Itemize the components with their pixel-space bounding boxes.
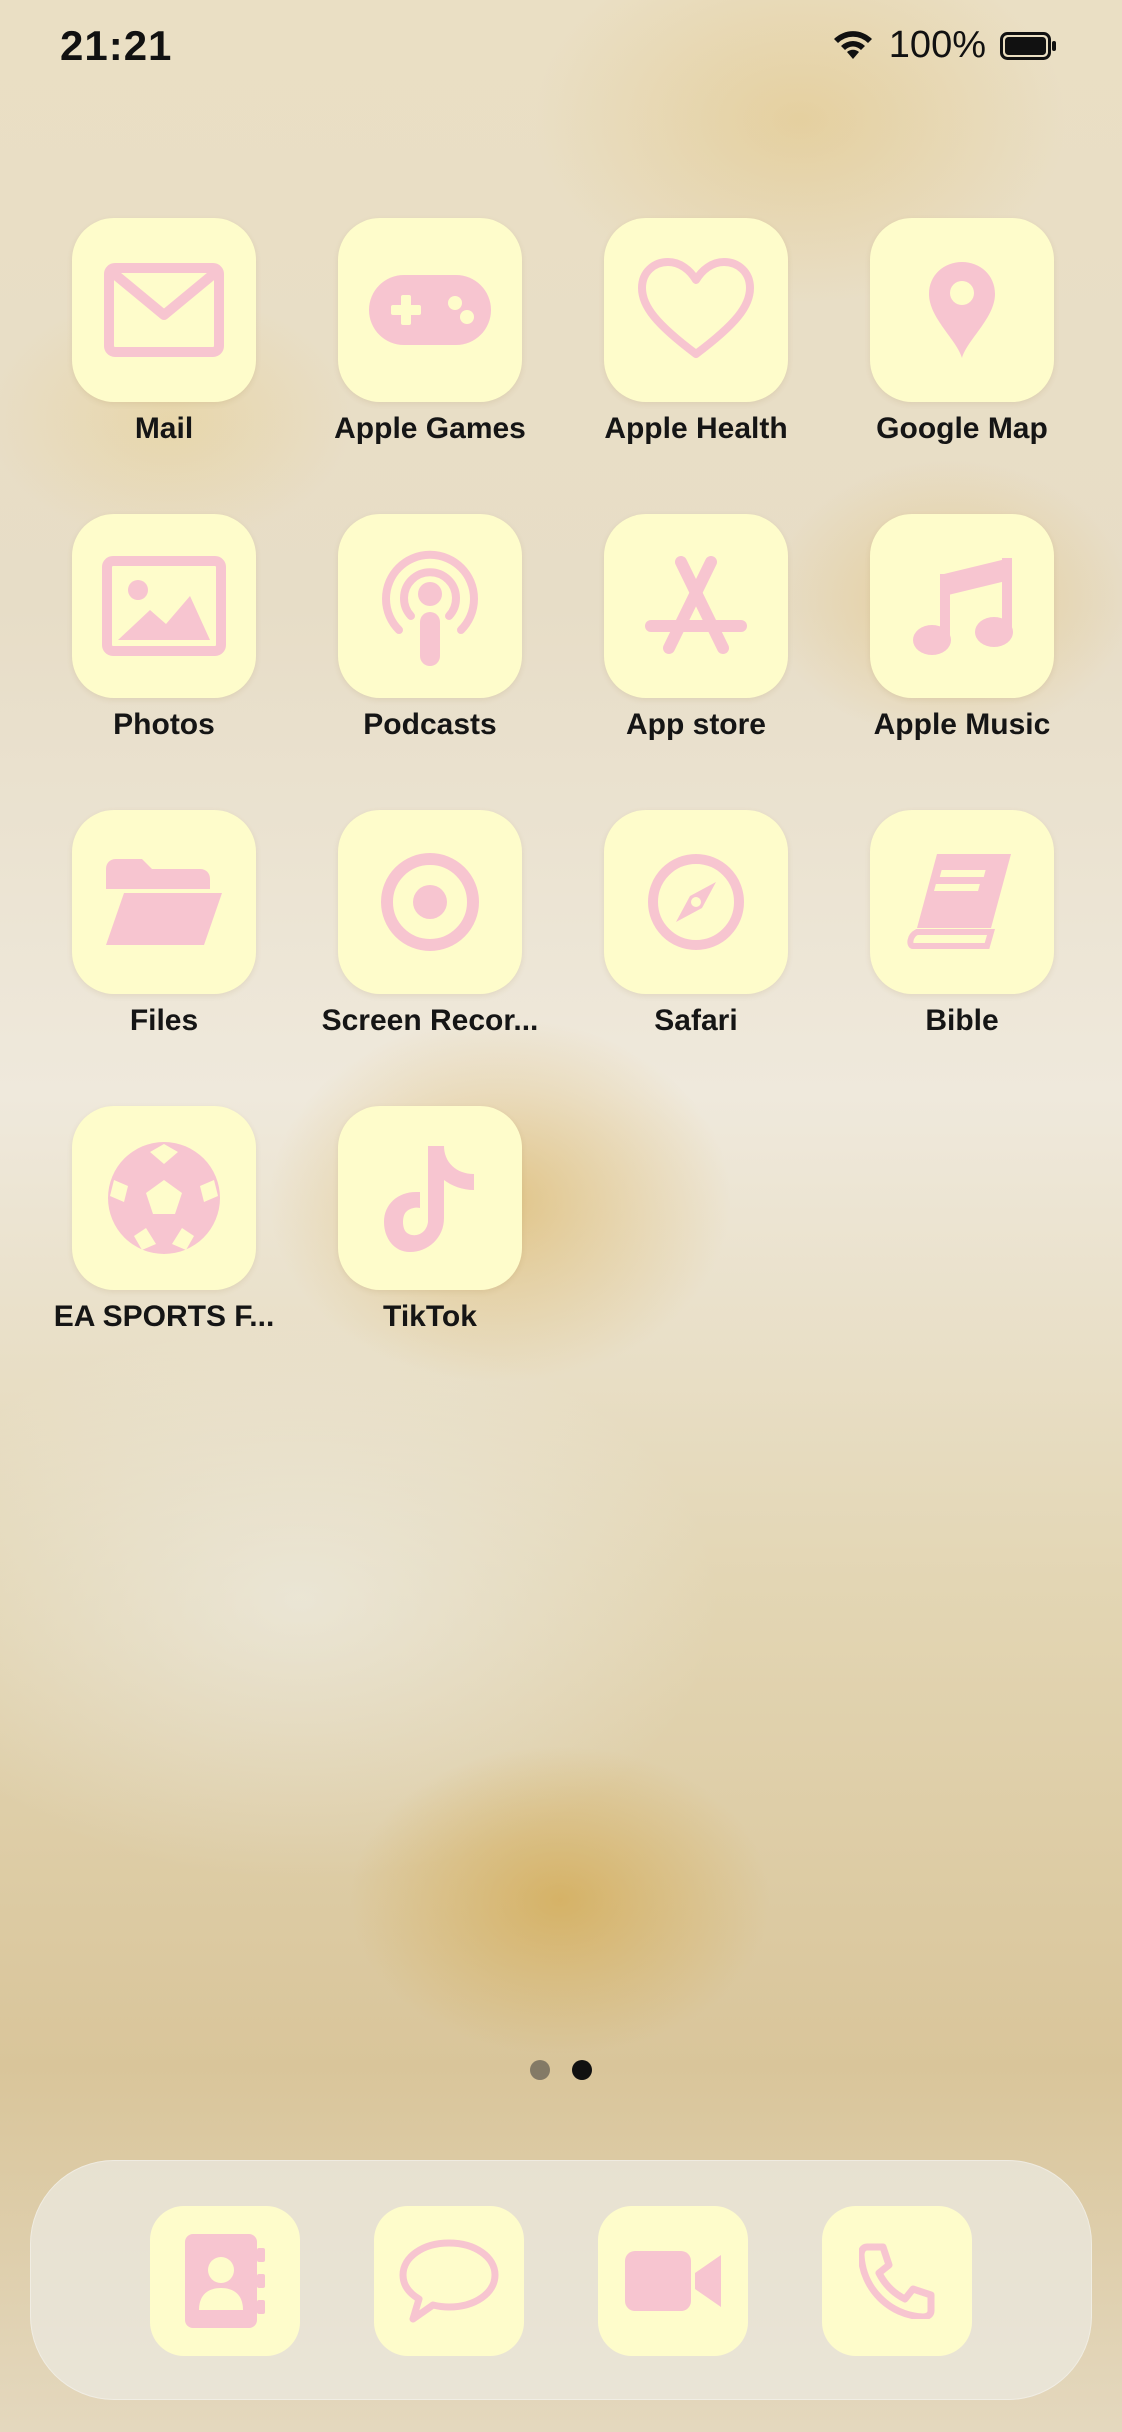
phone-icon[interactable] (822, 2206, 972, 2356)
app-label: Files (129, 1004, 199, 1037)
app-label: Apple Health (604, 412, 788, 445)
contacts-icon[interactable] (150, 2206, 300, 2356)
app-photos[interactable]: Photos (30, 514, 294, 774)
video-camera-icon[interactable] (598, 2206, 748, 2356)
app-label: Apple Music (873, 708, 1051, 741)
heart-icon[interactable] (604, 218, 788, 402)
gamepad-icon[interactable] (338, 218, 522, 402)
podcast-icon[interactable] (338, 514, 522, 698)
app-bible[interactable]: Bible (828, 810, 1092, 1070)
status-bar: 21:21 100% (0, 0, 1122, 96)
compass-icon[interactable] (604, 810, 788, 994)
app-label: Google Map (876, 412, 1048, 445)
app-app-store[interactable]: App store (562, 514, 826, 774)
soccer-ball-icon[interactable] (72, 1106, 256, 1290)
dock (30, 2160, 1092, 2400)
battery-percentage: 100% (888, 24, 986, 66)
app-ea-sports-fc[interactable]: EA SPORTS F... (30, 1106, 294, 1366)
app-label: TikTok (383, 1300, 477, 1333)
app-label: Screen Recor... (321, 1004, 539, 1037)
battery-full-icon (1000, 31, 1058, 60)
app-label: Podcasts (363, 708, 497, 741)
app-apple-music[interactable]: Apple Music (828, 514, 1092, 774)
page-indicator[interactable] (0, 2060, 1122, 2080)
message-icon[interactable] (374, 2206, 524, 2356)
music-note-icon[interactable] (870, 514, 1054, 698)
status-indicators: 100% (831, 24, 1058, 67)
app-label: Mail (134, 412, 194, 445)
app-label: Safari (654, 1004, 738, 1037)
app-google-map[interactable]: Google Map (828, 218, 1092, 478)
app-label: Bible (925, 1004, 999, 1037)
app-podcasts[interactable]: Podcasts (296, 514, 560, 774)
wifi-icon (831, 29, 875, 63)
status-time: 21:21 (60, 22, 173, 69)
app-safari[interactable]: Safari (562, 810, 826, 1070)
app-apple-health[interactable]: Apple Health (562, 218, 826, 478)
app-files[interactable]: Files (30, 810, 294, 1070)
photo-icon[interactable] (72, 514, 256, 698)
app-screen-recorder[interactable]: Screen Recor... (296, 810, 560, 1070)
record-icon[interactable] (338, 810, 522, 994)
app-tiktok[interactable]: TikTok (296, 1106, 560, 1366)
app-label: EA SPORTS F... (53, 1300, 275, 1333)
tiktok-icon[interactable] (338, 1106, 522, 1290)
folder-icon[interactable] (72, 810, 256, 994)
mail-icon[interactable] (72, 218, 256, 402)
app-label: Photos (113, 708, 215, 741)
page-dot-2-active[interactable] (572, 2060, 592, 2080)
app-mail[interactable]: Mail (30, 218, 294, 478)
app-label: App store (625, 708, 766, 741)
map-pin-icon[interactable] (870, 218, 1054, 402)
app-store-icon[interactable] (604, 514, 788, 698)
app-apple-games[interactable]: Apple Games (296, 218, 560, 478)
page-dot-1[interactable] (530, 2060, 550, 2080)
app-label: Apple Games (334, 412, 526, 445)
book-icon[interactable] (870, 810, 1054, 994)
